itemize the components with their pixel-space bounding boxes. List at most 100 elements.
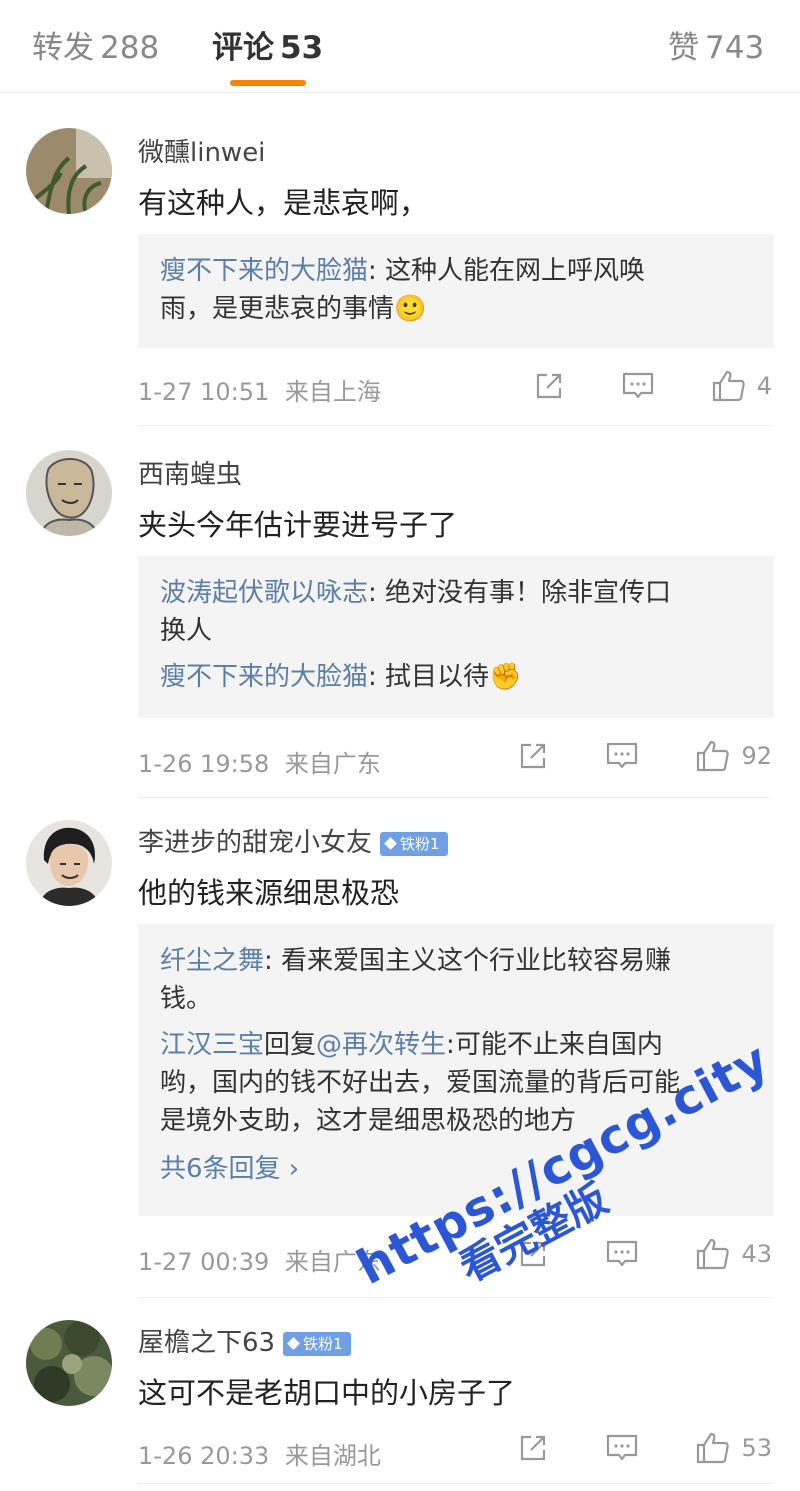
reply-author[interactable]: 江汉三宝 bbox=[160, 1030, 264, 1060]
comment-source: 来自上海 bbox=[284, 378, 381, 406]
comment-icon bbox=[607, 742, 638, 769]
username-text: 屋檐之下63 bbox=[138, 1328, 276, 1358]
active-tab-indicator bbox=[230, 80, 306, 86]
divider bbox=[138, 1483, 772, 1484]
comment-text: 他的钱来源细思极恐 bbox=[138, 876, 400, 910]
diamond-icon bbox=[287, 1336, 300, 1350]
reply-separator: : bbox=[368, 662, 386, 692]
reply-mid: 回复 bbox=[264, 1030, 317, 1060]
share-button[interactable] bbox=[533, 370, 565, 402]
more-replies-link[interactable]: 共6条回复 › bbox=[160, 1150, 752, 1188]
comment-text: 夹头今年估计要进号子了 bbox=[138, 508, 458, 542]
reply-text-cont: 哟，国内的钱不好出去，爱国流量的背后可能 bbox=[160, 1068, 681, 1098]
comment-meta: 1-27 10:51 来自上海 bbox=[138, 372, 381, 407]
reply-button[interactable] bbox=[621, 370, 655, 402]
reply-button[interactable] bbox=[605, 1238, 639, 1270]
reply-separator: : bbox=[368, 256, 386, 286]
comment-username[interactable]: 李进步的甜宠小女友 铁粉1 bbox=[138, 822, 448, 859]
tab-reposts-label: 转发 bbox=[32, 30, 94, 66]
comment-source: 来自广东 bbox=[284, 1248, 381, 1276]
reply-separator: : bbox=[264, 946, 282, 976]
tab-likes-count: 743 bbox=[705, 30, 765, 66]
reply-box[interactable]: 瘦不下来的大脸猫: 这种人能在网上呼风唤雨，是更悲哀的事情🙂 bbox=[138, 234, 774, 348]
reply-item: 瘦不下来的大脸猫: 这种人能在网上呼风唤雨，是更悲哀的事情🙂 bbox=[160, 252, 752, 328]
avatar[interactable] bbox=[26, 128, 112, 214]
tab-reposts[interactable]: 转发 288 bbox=[32, 22, 159, 67]
share-button[interactable] bbox=[517, 740, 549, 772]
reply-text: 拭目以待✊ bbox=[385, 662, 522, 692]
comment-time: 1-27 10:51 bbox=[138, 378, 270, 406]
reply-author[interactable]: 纤尘之舞 bbox=[160, 946, 264, 976]
comment-username[interactable]: 微醺linwei bbox=[138, 132, 265, 169]
share-icon bbox=[521, 743, 546, 769]
avatar[interactable] bbox=[26, 1320, 112, 1406]
reply-item: 瘦不下来的大脸猫: 拭目以待✊ bbox=[160, 658, 752, 696]
comment-tabs: 转发 288 评论 53 赞 743 bbox=[0, 0, 800, 93]
like-count: 53 bbox=[741, 1434, 772, 1462]
reply-text: 可能不止来自国内 bbox=[454, 1030, 663, 1060]
tab-comments-label: 评论 bbox=[212, 30, 274, 66]
reply-text-cont: 雨，是更悲哀的事情🙂 bbox=[160, 294, 427, 324]
comment-item: 屋檐之下63 铁粉1 这可不是老胡口中的小房子了 1-26 20:33 来自湖北 … bbox=[0, 1298, 800, 1484]
reply-button[interactable] bbox=[605, 740, 639, 772]
share-button[interactable] bbox=[517, 1238, 549, 1270]
like-button[interactable]: 43 bbox=[695, 1237, 772, 1271]
reply-box[interactable]: 纤尘之舞: 看来爱国主义这个行业比较容易赚 钱。 江汉三宝回复@再次转生:可能不止… bbox=[138, 924, 774, 1216]
thumbs-up-icon bbox=[697, 740, 730, 772]
reply-separator: : bbox=[446, 1030, 455, 1060]
reply-box[interactable]: 波涛起伏歌以咏志: 绝对没有事！除非宣传口换人 瘦不下来的大脸猫: 拭目以待✊ bbox=[138, 556, 774, 718]
tab-reposts-count: 288 bbox=[100, 30, 160, 66]
fan-badge: 铁粉1 bbox=[380, 831, 448, 856]
reply-item: 纤尘之舞: 看来爱国主义这个行业比较容易赚钱。 bbox=[160, 942, 752, 1018]
tab-likes[interactable]: 赞 743 bbox=[668, 22, 764, 67]
comment-item: 西南蝗虫 夹头今年估计要进号子了 波涛起伏歌以咏志: 绝对没有事！除非宣传口换人… bbox=[0, 426, 800, 798]
badge-label: 铁粉1 bbox=[400, 834, 440, 853]
comment-actions: 4 bbox=[533, 366, 772, 406]
like-button[interactable]: 4 bbox=[711, 369, 772, 403]
comment-item: 李进步的甜宠小女友 铁粉1 他的钱来源细思极恐 纤尘之舞: 看来爱国主义这个行业比… bbox=[0, 798, 800, 1298]
like-count: 92 bbox=[741, 742, 772, 770]
avatar[interactable] bbox=[26, 820, 112, 906]
reply-author[interactable]: 波涛起伏歌以咏志 bbox=[160, 578, 368, 608]
comment-text: 有这种人，是悲哀啊， bbox=[138, 186, 429, 220]
comment-icon bbox=[622, 372, 653, 399]
comment-source: 来自湖北 bbox=[284, 1442, 381, 1470]
reply-author[interactable]: 瘦不下来的大脸猫 bbox=[160, 662, 368, 692]
like-button[interactable]: 92 bbox=[695, 739, 772, 773]
reply-text: 绝对没有事！除非宣传口 bbox=[385, 578, 672, 608]
avatar[interactable] bbox=[26, 450, 112, 536]
reply-text-cont: 钱。 bbox=[160, 984, 213, 1014]
reply-text-cont: 换人 bbox=[160, 616, 213, 646]
comment-text: 这可不是老胡口中的小房子了 bbox=[138, 1376, 516, 1410]
comment-username[interactable]: 西南蝗虫 bbox=[138, 454, 242, 491]
comment-time: 1-26 20:33 bbox=[138, 1442, 270, 1470]
comment-item: 微醺linwei 有这种人，是悲哀啊， 瘦不下来的大脸猫: 这种人能在网上呼风唤… bbox=[0, 92, 800, 426]
tab-comments-count: 53 bbox=[280, 30, 324, 66]
comment-time: 1-27 00:39 bbox=[138, 1248, 270, 1276]
like-button[interactable]: 53 bbox=[695, 1431, 772, 1465]
reply-item: 江汉三宝回复@再次转生:可能不止来自国内哟，国内的钱不好出去，爱国流量的背后可能… bbox=[160, 1026, 752, 1140]
share-button[interactable] bbox=[517, 1432, 549, 1464]
reply-button[interactable] bbox=[605, 1432, 639, 1464]
comment-icon bbox=[607, 1434, 638, 1461]
comment-actions: 43 bbox=[517, 1234, 772, 1274]
thumbs-up-icon bbox=[697, 1432, 730, 1464]
comment-icon bbox=[607, 1240, 638, 1267]
comment-username[interactable]: 屋檐之下63 铁粉1 bbox=[138, 1322, 351, 1359]
reply-author[interactable]: 瘦不下来的大脸猫 bbox=[160, 256, 368, 286]
diamond-icon bbox=[384, 836, 397, 850]
reply-item: 波涛起伏歌以咏志: 绝对没有事！除非宣传口换人 bbox=[160, 574, 752, 650]
reply-separator: : bbox=[368, 578, 386, 608]
username-text: 李进步的甜宠小女友 bbox=[138, 828, 373, 858]
like-count: 4 bbox=[756, 372, 772, 400]
thumbs-up-icon bbox=[712, 370, 745, 402]
comment-source: 来自广东 bbox=[284, 750, 381, 778]
tab-likes-label: 赞 bbox=[668, 30, 699, 66]
share-icon bbox=[536, 373, 561, 399]
tab-comments[interactable]: 评论 53 bbox=[212, 22, 323, 67]
reply-text: 看来爱国主义这个行业比较容易赚 bbox=[281, 946, 672, 976]
comment-meta: 1-26 20:33 来自湖北 bbox=[138, 1436, 381, 1471]
reply-text: 这种人能在网上呼风唤 bbox=[385, 256, 646, 286]
reply-mention[interactable]: @再次转生 bbox=[316, 1030, 446, 1060]
comment-actions: 92 bbox=[517, 736, 772, 776]
